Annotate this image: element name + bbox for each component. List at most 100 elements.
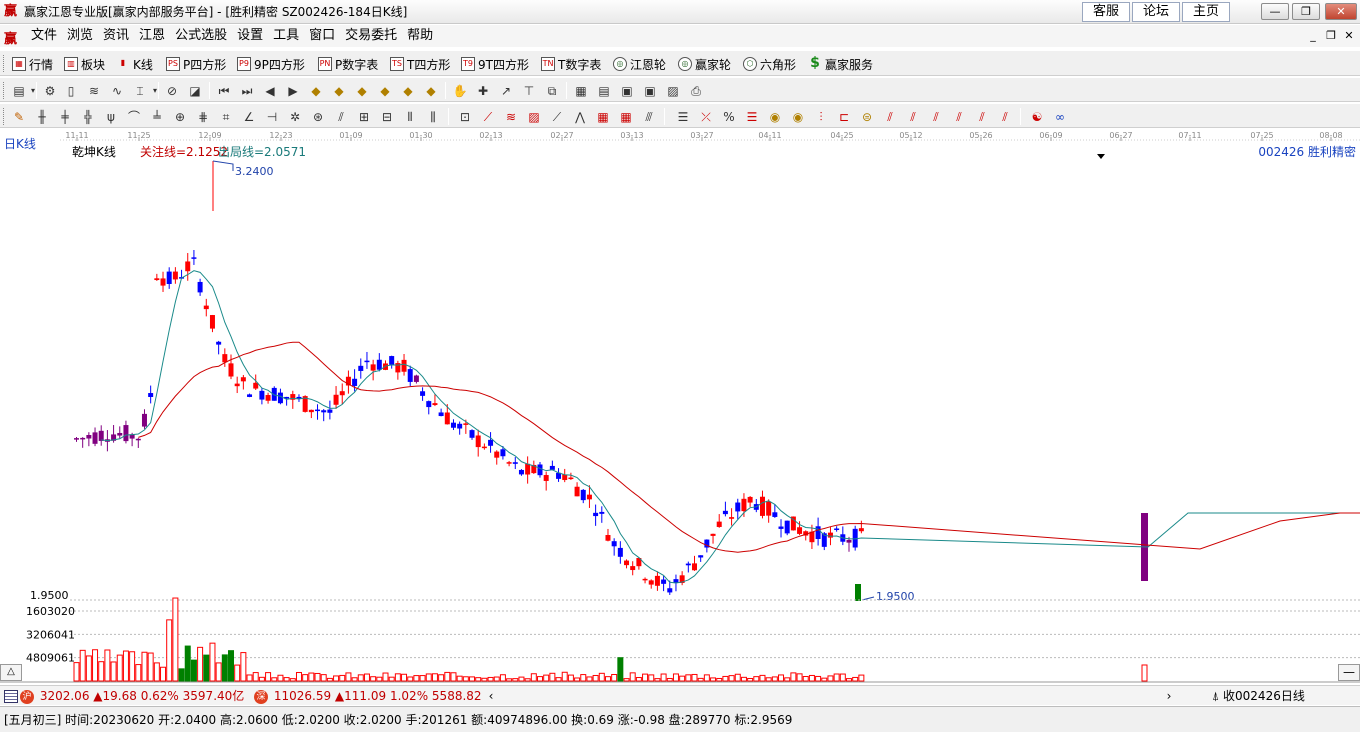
scroll-right-icon[interactable]: › [1162, 688, 1176, 704]
infinity-icon[interactable]: ∞ [1051, 108, 1069, 125]
winner-service-button[interactable]: $ 赢家服务 [808, 55, 873, 73]
palette-icon[interactable]: ◪ [186, 82, 204, 99]
angle-icon[interactable]: ∠ [240, 108, 258, 125]
slope-icon[interactable]: ⫽ [927, 108, 945, 125]
settings-icon[interactable]: ⚙ [41, 82, 59, 99]
fib-icon[interactable]: ╫ [33, 108, 51, 125]
zigzag-icon[interactable]: ⋀ [571, 108, 589, 125]
menu-window[interactable]: 窗口 [304, 25, 340, 47]
box-tool-icon[interactable]: ⊏ [835, 108, 853, 125]
restore-button[interactable]: ❐ [1292, 3, 1320, 20]
minimize-button[interactable]: — [1261, 3, 1289, 20]
circle-icon[interactable]: ⊕ [171, 108, 189, 125]
t-number-table-button[interactable]: TN T数字表 [541, 55, 601, 73]
menu-gann[interactable]: 江恩 [134, 25, 170, 47]
list-icon[interactable]: ☰ [674, 108, 692, 125]
kline-button[interactable]: ▮ K线 [116, 55, 153, 73]
mdi-restore-button[interactable]: ❐ [1324, 29, 1338, 43]
expand-tab-button[interactable]: △ [0, 664, 22, 681]
toolbar-grip[interactable] [3, 108, 6, 125]
signal-icon[interactable]: ≋ [85, 82, 103, 99]
hexagon-button[interactable]: ⬡ 六角形 [743, 55, 796, 73]
vertical-lines-icon[interactable]: ⫼ [424, 108, 442, 125]
mdi-close-button[interactable]: ✕ [1342, 29, 1356, 43]
menu-formula-pick[interactable]: 公式选股 [170, 25, 232, 47]
gann-grid-icon[interactable]: ╬ [79, 108, 97, 125]
book-icon[interactable]: ▣ [618, 82, 636, 99]
menu-browse[interactable]: 浏览 [62, 25, 98, 47]
toolbar-grip[interactable] [3, 82, 6, 99]
percent-icon[interactable]: % [720, 108, 738, 125]
save-icon[interactable]: ▣ [641, 82, 659, 99]
link-forum[interactable]: 论坛 [1132, 2, 1180, 22]
scroll-left-icon[interactable]: ‹ [484, 688, 498, 704]
chevron-down-icon[interactable]: ▾ [24, 82, 42, 99]
gann-fan-icon[interactable]: ╪ [56, 108, 74, 125]
slope-icon[interactable]: ⫽ [904, 108, 922, 125]
collapse-tab-button[interactable]: — [1338, 664, 1360, 681]
table-red-icon[interactable]: ▦ [594, 108, 612, 125]
menu-logo-icon[interactable]: 赢 [4, 28, 17, 47]
menu-tools[interactable]: 工具 [268, 25, 304, 47]
target-icon[interactable]: ⊛ [309, 108, 327, 125]
link-home[interactable]: 主页 [1182, 2, 1230, 22]
menu-file[interactable]: 文件 [26, 25, 62, 47]
9p-square-button[interactable]: P9 9P四方形 [237, 55, 305, 73]
diamond-icon[interactable]: ◆ [422, 82, 440, 99]
diamond-icon[interactable]: ◆ [353, 82, 371, 99]
lines-icon[interactable]: ⌗ [217, 108, 235, 125]
last-icon[interactable]: ⏭ [238, 82, 256, 99]
sz-index[interactable]: 深 11026.59 ▲111.09 1.02% 5588.82 [254, 688, 482, 704]
filter-icon[interactable]: ⊤ [520, 82, 538, 99]
menu-trade[interactable]: 交易委托 [340, 25, 402, 47]
star-icon[interactable]: ✲ [286, 108, 304, 125]
close-button[interactable]: ✕ [1325, 3, 1357, 20]
time-zone-icon[interactable]: ⦀ [401, 108, 419, 125]
export-icon[interactable]: ▨ [664, 82, 682, 99]
trend-icon[interactable]: ↗ [497, 82, 515, 99]
toolbar-grip[interactable] [3, 55, 6, 72]
red-line-icon[interactable]: ⟋ [479, 108, 497, 125]
t-square-button[interactable]: TS T四方形 [390, 55, 450, 73]
pen-icon[interactable]: ✎ [10, 108, 28, 125]
line-icon[interactable]: ⟋ [548, 108, 566, 125]
hand-icon[interactable]: ✋ [451, 82, 469, 99]
red-wave-icon[interactable]: ≋ [502, 108, 520, 125]
gold-icon[interactable]: ⊜ [858, 108, 876, 125]
coin-icon[interactable]: ◉ [766, 108, 784, 125]
diamond-icon[interactable]: ◆ [399, 82, 417, 99]
menu-help[interactable]: 帮助 [402, 25, 438, 47]
slope-icon[interactable]: ⫽ [973, 108, 991, 125]
document-icon[interactable]: ▯ [62, 82, 80, 99]
menu-news[interactable]: 资讯 [98, 25, 134, 47]
table-red-icon[interactable]: ▦ [617, 108, 635, 125]
diamond-icon[interactable]: ◆ [330, 82, 348, 99]
mdi-minimize-button[interactable]: _ [1306, 29, 1320, 43]
calendar-icon[interactable]: ▦ [572, 82, 590, 99]
quotes-button[interactable]: ▦ 行情 [12, 55, 53, 73]
cycle-icon[interactable]: ⋕ [194, 108, 212, 125]
kline-chart[interactable]: 11-11 11-25 12-09 12-23 01-09 01-30 02-13 02-27… [0, 129, 1360, 684]
box-icon[interactable]: ⊡ [456, 108, 474, 125]
slope-icon[interactable]: ⫽ [996, 108, 1014, 125]
grid-lines-icon[interactable]: ⊟ [378, 108, 396, 125]
ruler-icon[interactable]: ⊞ [355, 108, 373, 125]
table-icon[interactable]: ▤ [595, 82, 613, 99]
winner-wheel-button[interactable]: ◎ 赢家轮 [678, 55, 731, 73]
swap-icon[interactable]: ⤫ [697, 108, 715, 125]
slope-icon[interactable]: ⫽ [950, 108, 968, 125]
menu-settings[interactable]: 设置 [232, 25, 268, 47]
wave-icon[interactable]: ∿ [108, 82, 126, 99]
diamond-icon[interactable]: ◆ [376, 82, 394, 99]
channel-icon[interactable]: ╧ [148, 108, 166, 125]
chevron-down-icon[interactable]: ▾ [146, 82, 164, 99]
sh-index[interactable]: 沪 3202.06 ▲19.68 0.62% 3597.40亿 [4, 688, 244, 704]
yin-yang-icon[interactable]: ☯ [1028, 108, 1046, 125]
prev-icon[interactable]: ◀ [261, 82, 279, 99]
crosshair-icon[interactable]: ✚ [474, 82, 492, 99]
red-hatch-icon[interactable]: ▨ [525, 108, 543, 125]
diamond-icon[interactable]: ◆ [307, 82, 325, 99]
link-customer-service[interactable]: 客服 [1082, 2, 1130, 22]
parallel-icon[interactable]: ⫻ [640, 108, 658, 125]
gann-angle-icon[interactable]: ⊣ [263, 108, 281, 125]
